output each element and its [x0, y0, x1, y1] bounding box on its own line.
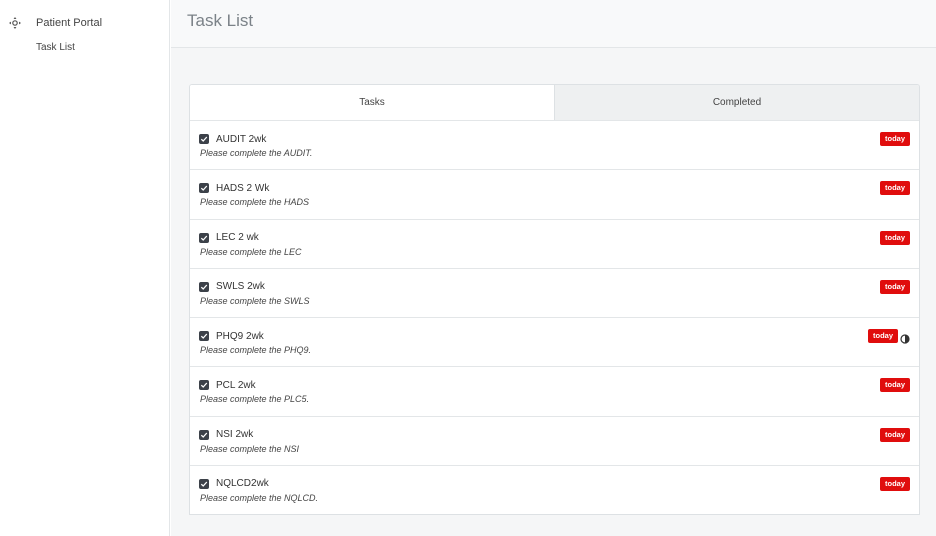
page-header: Task List: [171, 0, 936, 48]
task-description: Please complete the NSI: [200, 443, 300, 454]
badge-wrap: today: [867, 329, 910, 344]
badge-wrap: today: [879, 279, 910, 294]
task-title-line: LEC 2 wk: [199, 232, 919, 244]
task-row[interactable]: HADS 2 Wk Please complete the HADS today: [190, 169, 919, 218]
badge-wrap: today: [879, 181, 910, 196]
page-title: Task List: [187, 11, 254, 30]
task-description: Please complete the NQLCD.: [200, 492, 319, 503]
task-description: Please complete the PHQ9.: [200, 345, 312, 355]
main-content: Task List Tasks Completed AUDIT 2wk Plea…: [171, 0, 936, 536]
task-row[interactable]: SWLS 2wk Please complete the SWLS today: [190, 267, 919, 317]
sidebar-brand-label: Patient Portal: [36, 17, 103, 29]
task-title-line: AUDIT 2wk: [199, 133, 919, 145]
task-list: AUDIT 2wk Please complete the AUDIT. tod…: [189, 120, 920, 515]
checkbox[interactable]: [199, 331, 209, 341]
task-row[interactable]: LEC 2 wk Please complete the LEC today: [190, 218, 919, 268]
task-description: Please complete the SWLS: [200, 295, 310, 306]
due-badge: today: [879, 181, 910, 196]
task-title-line: NQLCD2wk: [199, 478, 919, 490]
checkbox[interactable]: [199, 281, 209, 292]
task-row[interactable]: AUDIT 2wk Please complete the AUDIT. tod…: [190, 120, 919, 169]
task-title: SWLS 2wk: [216, 281, 265, 293]
checkbox[interactable]: [199, 478, 209, 489]
task-tabs: Tasks Completed: [189, 84, 920, 120]
task-title-line: NSI 2wk: [199, 429, 919, 441]
checkbox[interactable]: [199, 183, 209, 194]
task-description: Please complete the AUDIT.: [200, 148, 313, 158]
badge-wrap: today: [879, 476, 910, 491]
move-icon: [8, 16, 22, 30]
task-row[interactable]: PCL 2wk Please complete the PLC5. today: [190, 366, 919, 415]
tab-label: Tasks: [359, 97, 385, 108]
tab-label: Completed: [712, 97, 762, 108]
task-title: AUDIT 2wk: [216, 133, 267, 145]
due-badge: today: [879, 427, 910, 442]
sidebar: Patient Portal Task List: [0, 0, 170, 536]
due-badge: today: [867, 329, 898, 343]
due-badge: today: [879, 132, 910, 146]
sidebar-item-task-list[interactable]: Task List: [0, 38, 169, 58]
due-badge: today: [879, 476, 910, 491]
task-row[interactable]: NQLCD2wk Please complete the NQLCD. toda…: [190, 464, 919, 514]
half-circle-icon: [900, 331, 910, 344]
task-title: NSI 2wk: [216, 429, 254, 440]
checkbox[interactable]: [199, 429, 209, 440]
task-title: PHQ9 2wk: [216, 330, 264, 342]
task-description: Please complete the HADS: [200, 197, 310, 208]
due-badge: today: [879, 279, 910, 294]
badge-wrap: today: [879, 230, 910, 245]
task-title: PCL 2wk: [216, 379, 256, 391]
task-row[interactable]: NSI 2wk Please complete the NSI today: [190, 415, 919, 465]
badge-wrap: today: [879, 427, 910, 442]
due-badge: today: [879, 230, 910, 245]
tab-tasks[interactable]: Tasks: [190, 85, 554, 120]
due-badge: today: [879, 378, 910, 393]
checkbox[interactable]: [199, 134, 209, 144]
task-title-line: HADS 2 Wk: [199, 182, 919, 194]
task-title: HADS 2 Wk: [216, 182, 270, 194]
sidebar-item-label: Task List: [36, 42, 75, 53]
checkbox[interactable]: [199, 232, 209, 243]
task-title-line: PHQ9 2wk: [199, 330, 919, 342]
task-row[interactable]: PHQ9 2wk Please complete the PHQ9. today: [190, 317, 919, 366]
task-title-line: SWLS 2wk: [199, 281, 919, 293]
task-title: LEC 2 wk: [216, 232, 259, 243]
task-title-line: PCL 2wk: [199, 379, 919, 391]
checkbox[interactable]: [199, 380, 209, 391]
tab-completed[interactable]: Completed: [554, 85, 919, 120]
badge-wrap: today: [879, 132, 910, 146]
task-description: Please complete the LEC: [200, 246, 302, 257]
badge-wrap: today: [879, 378, 910, 393]
task-description: Please complete the PLC5.: [200, 394, 310, 405]
task-title: NQLCD2wk: [216, 478, 269, 490]
